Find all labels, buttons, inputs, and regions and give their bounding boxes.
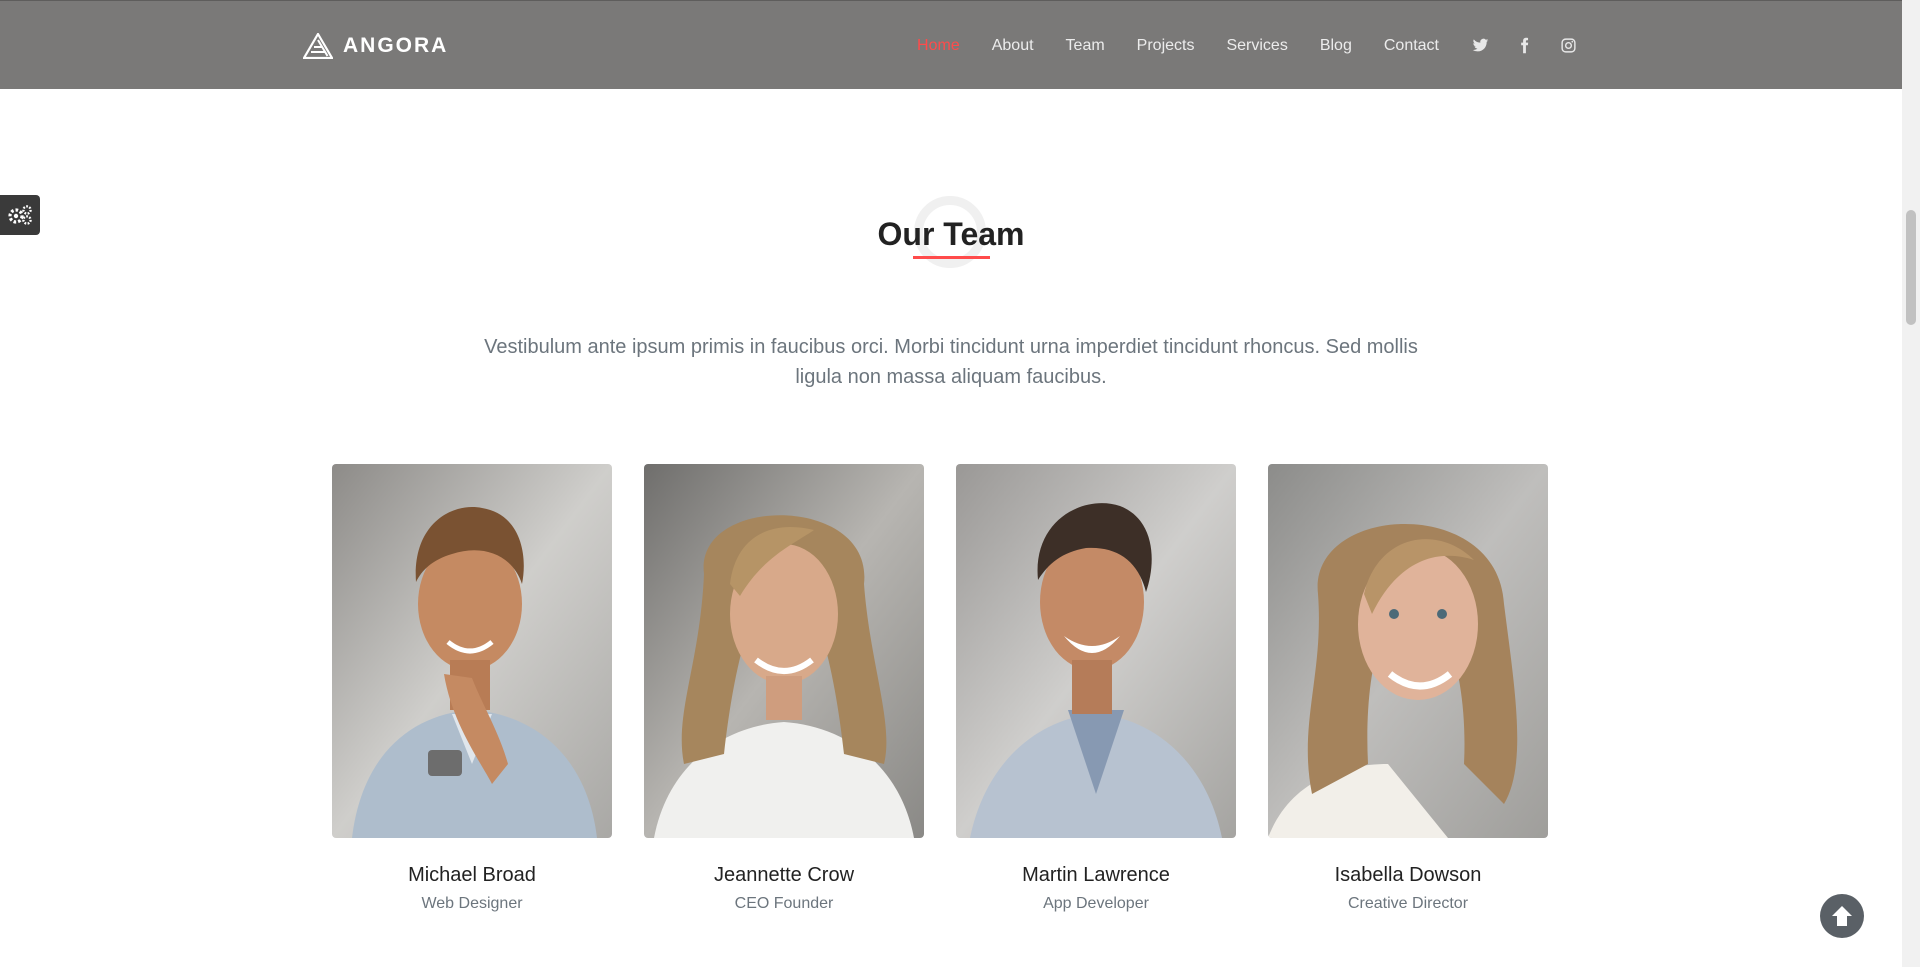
scroll-to-top-button[interactable] <box>1820 894 1864 938</box>
member-name: Jeannette Crow <box>713 864 855 886</box>
twitter-icon <box>1472 38 1488 52</box>
section-description: Vestibulum ante ipsum primis in faucibus… <box>484 336 1418 388</box>
brand-logo-link[interactable]: ANGORA <box>303 33 448 59</box>
scrollbar-thumb[interactable] <box>1906 210 1916 325</box>
top-navbar: ANGORA Home About Team Projects Services… <box>0 0 1902 89</box>
team-card: Isabella Dowson Creative Director <box>1268 464 1548 914</box>
portrait-image <box>956 464 1236 838</box>
angora-logo-icon <box>303 33 333 59</box>
title-underline <box>913 256 990 259</box>
member-photo[interactable] <box>644 464 924 838</box>
member-photo[interactable] <box>332 464 612 838</box>
team-card: Michael Broad Web Designer <box>332 464 612 914</box>
portrait-image <box>644 464 924 838</box>
nav-item-home[interactable]: Home <box>917 37 960 55</box>
page-scrollbar[interactable] <box>1902 0 1920 967</box>
member-name: Martin Lawrence <box>1022 864 1170 886</box>
portrait-image <box>1268 464 1548 838</box>
brand-name: ANGORA <box>343 34 449 57</box>
member-role: App Developer <box>1043 895 1149 912</box>
portrait-image <box>332 464 612 838</box>
main-menu: Home About Team Projects Services Blog C… <box>885 1 1577 90</box>
member-photo[interactable] <box>1268 464 1548 838</box>
section-title: Our Team <box>877 216 1025 252</box>
nav-item-blog[interactable]: Blog <box>1320 37 1352 55</box>
facebook-link[interactable] <box>1515 37 1533 55</box>
nav-item-projects[interactable]: Projects <box>1137 37 1195 55</box>
section-title-block: Our Team <box>0 190 1902 268</box>
member-role: Web Designer <box>421 895 523 912</box>
nav-item-about[interactable]: About <box>992 37 1034 55</box>
member-photo[interactable] <box>956 464 1236 838</box>
facebook-icon <box>1520 37 1528 54</box>
arrow-up-circle-icon <box>1832 906 1852 926</box>
instagram-link[interactable] <box>1559 37 1577 55</box>
nav-item-team[interactable]: Team <box>1066 37 1105 55</box>
nav-item-contact[interactable]: Contact <box>1384 37 1439 55</box>
team-grid: Michael Broad Web Designer Jeannette Cro… <box>332 464 1548 914</box>
member-role: Creative Director <box>1347 895 1469 912</box>
member-name: Michael Broad <box>408 864 536 886</box>
member-role: CEO Founder <box>734 895 834 912</box>
member-name: Isabella Dowson <box>1334 864 1482 886</box>
nav-item-services[interactable]: Services <box>1226 37 1287 55</box>
instagram-icon <box>1560 38 1576 53</box>
twitter-link[interactable] <box>1471 37 1489 55</box>
team-card: Jeannette Crow CEO Founder <box>644 464 924 914</box>
team-card: Martin Lawrence App Developer <box>956 464 1236 914</box>
